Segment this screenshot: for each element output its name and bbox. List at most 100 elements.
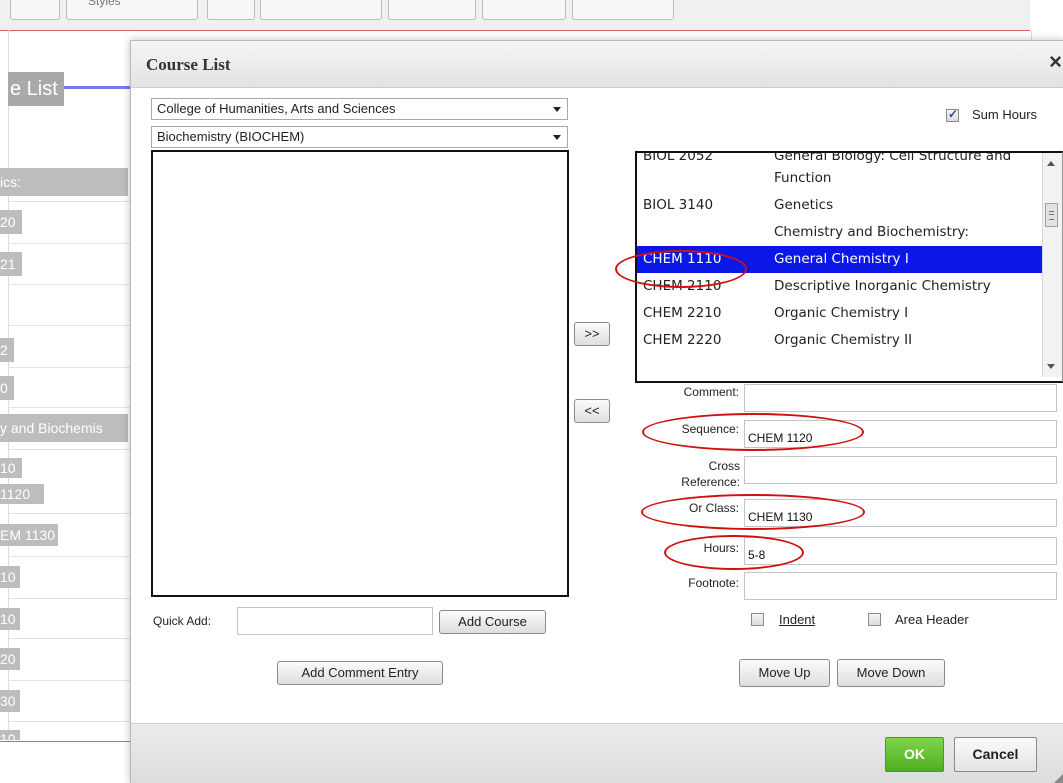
background-row: EM 1130: [0, 524, 58, 546]
scroll-up-icon[interactable]: [1047, 161, 1055, 166]
styles-label: Styles: [88, 0, 121, 8]
course-row[interactable]: CHEM 2110 Descriptive Inorganic Chemistr…: [637, 273, 1042, 300]
toolbar-button[interactable]: [10, 0, 60, 20]
sum-hours-checkbox[interactable]: [946, 107, 959, 122]
row-divider: [8, 556, 136, 557]
course-list-dialog: Course List × College of Humanities, Art…: [130, 40, 1063, 783]
background-row: 10: [0, 730, 20, 740]
course-code: BIOL 3140: [643, 197, 714, 213]
background-row: 2: [0, 338, 14, 362]
ok-button[interactable]: OK: [885, 737, 944, 772]
hours-input[interactable]: 5-8: [744, 537, 1057, 565]
row-divider: [8, 367, 136, 368]
comment-label: Comment:: [683, 385, 739, 399]
course-title: Descriptive Inorganic Chemistry: [774, 278, 991, 294]
row-divider: [8, 680, 136, 681]
or-class-input[interactable]: CHEM 1130: [744, 499, 1057, 527]
background-row: y and Biochemis: [0, 414, 128, 442]
course-rows: BIOL 2052 General Biology: Cell Structur…: [637, 151, 1042, 354]
course-row[interactable]: BIOL 3140 Genetics: [637, 192, 1042, 219]
cross-reference-label-line2: Reference:: [681, 475, 740, 489]
sequence-input[interactable]: CHEM 1120: [744, 420, 1057, 448]
course-code: CHEM 2110: [643, 278, 722, 294]
row-divider: [8, 721, 136, 722]
add-course-button[interactable]: Add Course: [439, 610, 546, 634]
course-title: Organic Chemistry I: [774, 305, 909, 321]
list-scrollbar[interactable]: [1042, 153, 1062, 377]
sequence-label: Sequence:: [681, 422, 739, 436]
close-icon[interactable]: ×: [1049, 49, 1062, 75]
college-select[interactable]: College of Humanities, Arts and Sciences: [151, 98, 568, 120]
background-row: 30: [0, 690, 20, 712]
toolbar-button[interactable]: [207, 0, 255, 20]
scroll-thumb[interactable]: [1045, 203, 1058, 227]
area-header-label: Area Header: [895, 612, 969, 627]
area-header-checkbox[interactable]: [868, 613, 881, 626]
cross-reference-input[interactable]: [744, 456, 1057, 484]
row-divider: [8, 325, 136, 326]
row-divider: [8, 598, 136, 599]
background-row: 10: [0, 608, 20, 630]
course-code: CHEM 2220: [643, 332, 722, 348]
move-up-button[interactable]: Move Up: [739, 659, 830, 687]
row-divider: [8, 284, 136, 285]
cross-reference-label: Cross Reference:: [651, 458, 740, 490]
cross-reference-label-line1: Cross: [708, 459, 740, 473]
course-row[interactable]: Chemistry and Biochemistry:: [637, 219, 1042, 246]
row-divider: [8, 201, 136, 202]
row-divider: [8, 638, 136, 639]
background-row: 21: [0, 252, 22, 276]
course-row-selected[interactable]: CHEM 1110 General Chemistry I: [637, 246, 1042, 273]
indent-checkbox[interactable]: [751, 613, 764, 626]
program-select-value: Biochemistry (BIOCHEM): [157, 129, 305, 144]
row-divider: [8, 243, 136, 244]
background-row: 10: [0, 458, 22, 478]
move-down-button[interactable]: Move Down: [837, 659, 945, 687]
course-title: Organic Chemistry II: [774, 332, 913, 348]
course-code: CHEM 1110: [643, 251, 722, 267]
course-title: Chemistry and Biochemistry:: [774, 224, 969, 240]
resize-grip-icon[interactable]: [1054, 773, 1063, 783]
indent-label: Indent: [779, 612, 816, 627]
hours-label: Hours:: [703, 541, 739, 555]
dialog-title: Course List: [146, 55, 231, 74]
toolbar-button-group[interactable]: [572, 0, 674, 20]
course-row[interactable]: CHEM 2210 Organic Chemistry I: [637, 300, 1042, 327]
footnote-label: Footnote:: [688, 576, 739, 590]
quick-add-input[interactable]: [237, 607, 433, 635]
row-divider: [8, 407, 136, 408]
chevron-down-icon: [553, 107, 561, 112]
dialog-header: Course List ×: [131, 41, 1063, 88]
course-code: CHEM 2210: [643, 305, 722, 321]
toolbar-button-group[interactable]: [388, 0, 476, 20]
toolbar-button-group[interactable]: [260, 0, 382, 20]
title-underline: [64, 86, 132, 89]
footnote-input[interactable]: [744, 572, 1057, 600]
background-row: 1120: [0, 484, 44, 504]
editor-toolbar: Styles: [0, 0, 1030, 31]
comment-input[interactable]: [744, 384, 1057, 412]
cancel-button[interactable]: Cancel: [954, 737, 1037, 772]
scroll-down-icon[interactable]: [1047, 364, 1055, 369]
dialog-footer: OK Cancel: [131, 723, 1063, 783]
course-title: Genetics: [774, 197, 834, 213]
course-row[interactable]: CHEM 2220 Organic Chemistry II: [637, 327, 1042, 354]
row-divider: [8, 449, 136, 450]
background-row: 10: [0, 566, 20, 588]
styles-dropdown[interactable]: [66, 0, 198, 20]
course-row[interactable]: BIOL 2052 General Biology: Cell Structur…: [637, 151, 1042, 192]
program-select[interactable]: Biochemistry (BIOCHEM): [151, 126, 568, 148]
course-code: [637, 221, 774, 243]
remove-selected-button[interactable]: <<: [574, 399, 610, 423]
or-class-label: Or Class:: [688, 501, 739, 515]
available-courses-list[interactable]: [151, 150, 569, 597]
toolbar-button-group[interactable]: [482, 0, 566, 20]
selected-courses-list[interactable]: BIOL 2052 General Biology: Cell Structur…: [635, 151, 1063, 383]
quick-add-label: Quick Add:: [153, 614, 212, 628]
add-comment-entry-button[interactable]: Add Comment Entry: [277, 661, 443, 685]
background-row: 0: [0, 376, 14, 400]
course-code: BIOL 2052: [643, 151, 714, 164]
add-selected-button[interactable]: >>: [574, 322, 610, 346]
sum-hours-label: Sum Hours: [972, 107, 1038, 122]
college-select-value: College of Humanities, Arts and Sciences: [157, 101, 396, 116]
